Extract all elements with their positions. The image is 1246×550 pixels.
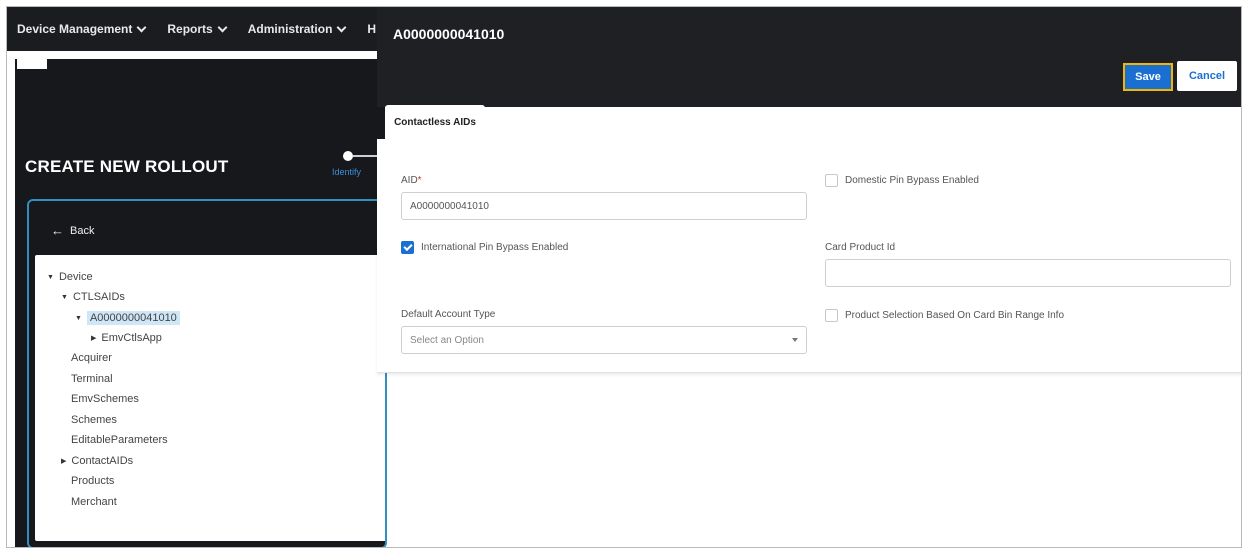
arrow-left-icon: ←: [51, 223, 64, 238]
international-pin-bypass-row[interactable]: International Pin Bypass Enabled: [401, 241, 568, 254]
detail-header: A0000000041010 Save Cancel Contactless A…: [377, 7, 1241, 139]
tab-contactless-aids[interactable]: Contactless AIDs: [385, 105, 485, 139]
tree-node-products[interactable]: Products: [71, 475, 114, 487]
app-frame: Device Management Reports Administration…: [6, 6, 1242, 548]
tree-node-contactaids[interactable]: ▶ ContactAIDs: [61, 455, 133, 467]
nav-label: H: [367, 22, 377, 36]
back-button[interactable]: ← Back: [51, 223, 94, 238]
back-label: Back: [70, 224, 95, 237]
nav-label: Administration: [247, 22, 333, 36]
detail-title: A0000000041010: [393, 26, 505, 42]
tree-node-merchant[interactable]: Merchant: [71, 496, 117, 508]
tree-node-schemes[interactable]: Schemes: [71, 414, 117, 426]
expanded-caret-icon[interactable]: ▼: [47, 274, 54, 281]
tree-node-aid[interactable]: ▼ A0000000041010: [75, 311, 180, 325]
config-tree: ▼ Device ▼ CTLSAIDs ▼ A0000000041010 ▶ E…: [35, 255, 385, 541]
detail-form: AID* International Pin Bypass Enabled De…: [377, 139, 1241, 373]
product-selection-checkbox[interactable]: [825, 309, 838, 322]
nav-administration[interactable]: Administration: [247, 22, 347, 36]
required-marker: *: [417, 175, 422, 186]
international-pin-bypass-label: International Pin Bypass Enabled: [421, 242, 569, 253]
card-product-id-label: Card Product Id: [825, 242, 896, 253]
chevron-down-icon: [136, 22, 147, 32]
default-account-type-select[interactable]: Select an Option: [401, 326, 807, 354]
tree-node-acquirer[interactable]: Acquirer: [71, 352, 112, 364]
tree-node-device[interactable]: ▼ Device: [47, 271, 93, 283]
international-pin-bypass-checkbox[interactable]: [401, 241, 414, 254]
aid-input[interactable]: [401, 192, 807, 220]
domestic-pin-bypass-checkbox[interactable]: [825, 174, 838, 187]
domestic-pin-bypass-label: Domestic Pin Bypass Enabled: [845, 175, 979, 186]
product-selection-label: Product Selection Based On Card Bin Rang…: [845, 310, 1065, 321]
collapsed-caret-icon[interactable]: ▶: [91, 334, 96, 342]
nav-label: Reports: [167, 22, 213, 36]
nav-device-management[interactable]: Device Management: [17, 22, 147, 36]
collapsed-caret-icon[interactable]: ▶: [61, 457, 66, 465]
step-label: Identify: [332, 167, 362, 177]
card-product-id-input[interactable]: [825, 259, 1231, 287]
aid-label: AID*: [401, 175, 422, 186]
step-indicator-icon: [343, 151, 353, 161]
select-placeholder: Select an Option: [410, 334, 484, 346]
tree-card: ← Back ▼ Device ▼ CTLSAIDs ▼ A0000000041…: [27, 199, 387, 547]
tree-node-emvctlsapp[interactable]: ▶ EmvCtlsApp: [91, 332, 162, 344]
product-selection-row[interactable]: Product Selection Based On Card Bin Rang…: [825, 309, 1064, 322]
nav-help[interactable]: H: [367, 22, 376, 36]
expanded-caret-icon[interactable]: ▼: [75, 315, 82, 322]
expanded-caret-icon[interactable]: ▼: [61, 294, 68, 301]
nav-reports[interactable]: Reports: [167, 22, 228, 36]
logo-placeholder: [17, 59, 47, 69]
tree-node-terminal[interactable]: Terminal: [71, 373, 113, 385]
tree-node-editable-parameters[interactable]: EditableParameters: [71, 434, 168, 446]
cancel-button[interactable]: Cancel: [1177, 61, 1237, 91]
page-title: CREATE NEW ROLLOUT: [25, 157, 229, 176]
tree-node-ctlsaids[interactable]: ▼ CTLSAIDs: [61, 291, 125, 303]
chevron-down-icon: [336, 22, 347, 32]
tree-node-emvschemes[interactable]: EmvSchemes: [71, 393, 139, 405]
nav-label: Device Management: [17, 22, 133, 36]
chevron-down-icon: [792, 338, 798, 342]
chevron-down-icon: [217, 22, 228, 32]
save-button[interactable]: Save: [1123, 63, 1173, 91]
domestic-pin-bypass-row[interactable]: Domestic Pin Bypass Enabled: [825, 174, 979, 187]
default-account-type-label: Default Account Type: [401, 309, 496, 320]
